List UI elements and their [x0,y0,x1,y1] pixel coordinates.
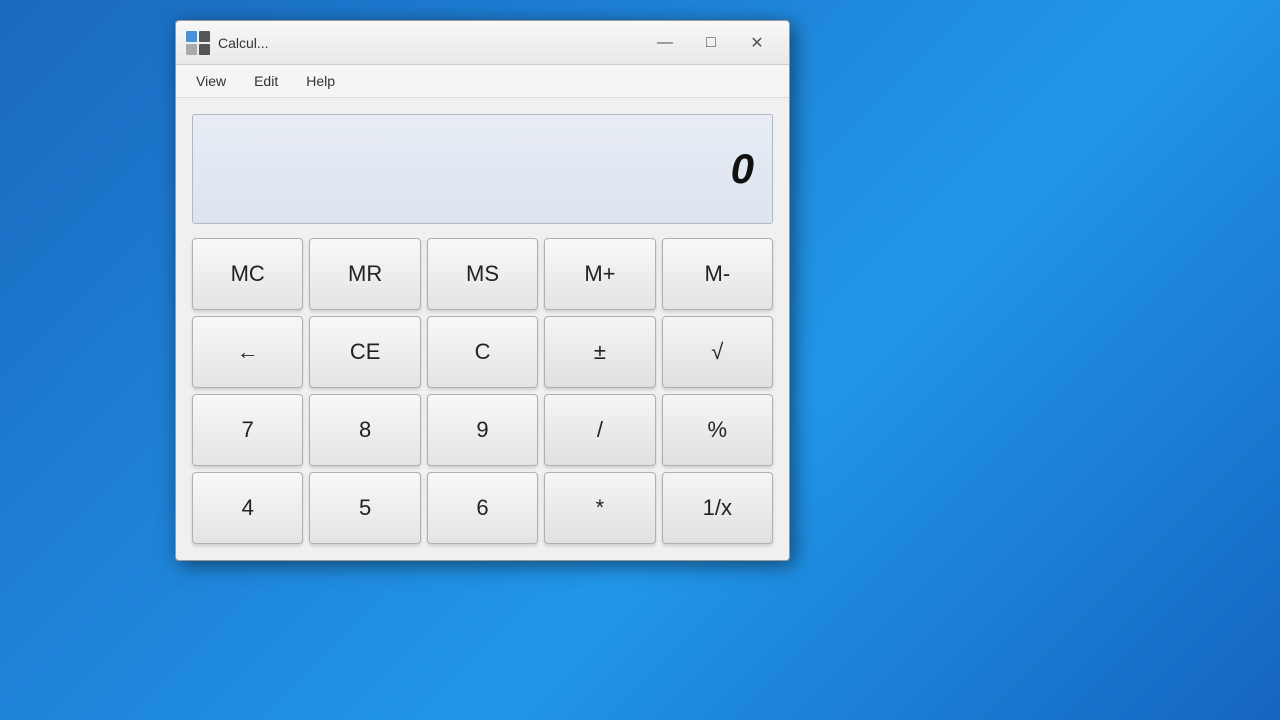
row-789: 7 8 9 / % [192,394,773,466]
menu-help[interactable]: Help [294,69,347,93]
btn-percent[interactable]: % [662,394,773,466]
btn-7[interactable]: 7 [192,394,303,466]
btn-backspace[interactable]: ← [192,316,303,388]
ops-row: ← CE C ± √ [192,316,773,388]
btn-mplus[interactable]: M+ [544,238,655,310]
maximize-button[interactable]: □ [689,29,733,57]
btn-reciprocal[interactable]: 1/x [662,472,773,544]
menu-view[interactable]: View [184,69,238,93]
window-title: Calcul... [218,35,643,51]
menu-bar: View Edit Help [176,65,789,98]
display-value: 0 [731,145,754,193]
btn-4[interactable]: 4 [192,472,303,544]
btn-mr[interactable]: MR [309,238,420,310]
btn-mc[interactable]: MC [192,238,303,310]
btn-sqrt[interactable]: √ [662,316,773,388]
calculator-window: Calcul... — □ ✕ View Edit Help 0 MC MR M… [175,20,790,561]
memory-row: MC MR MS M+ M- [192,238,773,310]
display: 0 [192,114,773,224]
minimize-button[interactable]: — [643,29,687,57]
button-grid: MC MR MS M+ M- ← CE C ± √ 7 8 9 / % [192,238,773,544]
menu-edit[interactable]: Edit [242,69,290,93]
btn-9[interactable]: 9 [427,394,538,466]
title-bar: Calcul... — □ ✕ [176,21,789,65]
app-icon [186,31,210,55]
btn-5[interactable]: 5 [309,472,420,544]
btn-6[interactable]: 6 [427,472,538,544]
btn-ms[interactable]: MS [427,238,538,310]
window-controls: — □ ✕ [643,29,779,57]
close-button[interactable]: ✕ [735,29,779,57]
calculator-body: 0 MC MR MS M+ M- ← CE C ± √ 7 [176,98,789,560]
btn-multiply[interactable]: * [544,472,655,544]
btn-8[interactable]: 8 [309,394,420,466]
row-456: 4 5 6 * 1/x [192,472,773,544]
btn-plusminus[interactable]: ± [544,316,655,388]
btn-ce[interactable]: CE [309,316,420,388]
btn-divide[interactable]: / [544,394,655,466]
btn-c[interactable]: C [427,316,538,388]
btn-mminus[interactable]: M- [662,238,773,310]
